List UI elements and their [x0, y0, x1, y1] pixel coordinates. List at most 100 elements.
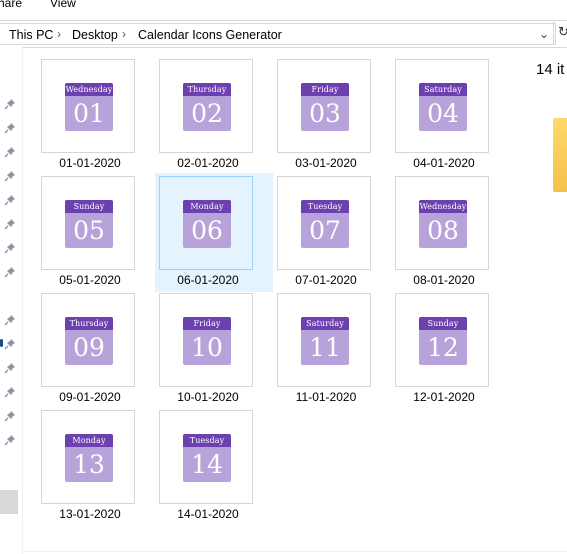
- file-item[interactable]: Saturday 11 11-01-2020: [273, 293, 391, 409]
- pin-icon[interactable]: [4, 97, 16, 110]
- file-thumbnail[interactable]: Thursday 02: [159, 59, 253, 153]
- file-item[interactable]: Friday 10 10-01-2020: [155, 293, 273, 409]
- file-item[interactable]: Sunday 05 05-01-2020: [37, 176, 155, 292]
- nav-indicator: [0, 339, 3, 347]
- pin-icon[interactable]: [4, 313, 16, 326]
- divider: [22, 551, 567, 552]
- file-item[interactable]: Wednesday 08 08-01-2020: [391, 176, 509, 292]
- file-item[interactable]: Thursday 09 09-01-2020: [37, 293, 155, 409]
- nav-selected-item[interactable]: [0, 490, 18, 514]
- calendar-icon: Saturday 11: [301, 317, 349, 365]
- pin-icon[interactable]: [4, 169, 16, 182]
- file-item[interactable]: Monday 13 13-01-2020: [37, 410, 155, 526]
- breadcrumb-desktop[interactable]: Desktop: [72, 28, 118, 42]
- calendar-day-number: 10: [191, 333, 223, 362]
- file-thumbnail[interactable]: Monday 06: [159, 176, 253, 270]
- file-item[interactable]: Thursday 02 02-01-2020: [155, 59, 273, 175]
- pin-icon[interactable]: [4, 361, 16, 374]
- calendar-weekday: Tuesday: [301, 200, 349, 213]
- breadcrumb-current-folder[interactable]: Calendar Icons Generator: [138, 28, 282, 42]
- file-name: 11-01-2020: [295, 390, 357, 404]
- calendar-day-number: 11: [309, 333, 341, 362]
- calendar-day-number: 06: [191, 216, 223, 245]
- file-name: 03-01-2020: [295, 156, 357, 170]
- address-field[interactable]: This PC › Desktop › Calendar Icons Gener…: [0, 23, 556, 45]
- calendar-weekday: Monday: [65, 434, 113, 447]
- file-thumbnail[interactable]: Sunday 12: [395, 293, 489, 387]
- calendar-weekday: Thursday: [65, 317, 113, 330]
- pin-icon[interactable]: [4, 385, 16, 398]
- file-name: 12-01-2020: [413, 390, 475, 404]
- file-name: 07-01-2020: [295, 273, 357, 287]
- item-count: 14 it: [536, 61, 565, 78]
- breadcrumb-chevron-icon[interactable]: ›: [122, 27, 126, 41]
- file-name: 08-01-2020: [413, 273, 475, 287]
- tab-view[interactable]: View: [50, 0, 76, 10]
- file-item[interactable]: Tuesday 07 07-01-2020: [273, 176, 391, 292]
- calendar-icon: Friday 03: [301, 83, 349, 131]
- calendar-day-number: 05: [73, 216, 105, 245]
- file-thumbnail[interactable]: Saturday 04: [395, 59, 489, 153]
- tab-share[interactable]: Share: [0, 0, 22, 10]
- file-name: 13-01-2020: [59, 507, 121, 521]
- file-thumbnail[interactable]: Thursday 09: [41, 293, 135, 387]
- pin-icon[interactable]: [4, 121, 16, 134]
- calendar-icon: Wednesday 01: [65, 83, 113, 131]
- navigation-pane: [0, 47, 23, 554]
- breadcrumb-this-pc[interactable]: This PC: [9, 28, 53, 42]
- calendar-day-number: 14: [191, 450, 223, 479]
- calendar-weekday: Tuesday: [183, 434, 231, 447]
- file-thumbnail[interactable]: Wednesday 01: [41, 59, 135, 153]
- file-name: 10-01-2020: [177, 390, 239, 404]
- pin-icon[interactable]: [4, 217, 16, 230]
- file-thumbnail[interactable]: Friday 03: [277, 59, 371, 153]
- ribbon: Share View: [0, 0, 567, 18]
- file-name: 06-01-2020: [177, 273, 239, 287]
- divider: [553, 21, 554, 45]
- calendar-icon: Tuesday 14: [183, 434, 231, 482]
- file-item[interactable]: Monday 06 06-01-2020: [155, 173, 273, 292]
- file-thumbnail[interactable]: Sunday 05: [41, 176, 135, 270]
- calendar-icon: Sunday 05: [65, 200, 113, 248]
- calendar-weekday: Friday: [301, 83, 349, 96]
- file-name: 09-01-2020: [59, 390, 121, 404]
- calendar-day-number: 02: [191, 99, 223, 128]
- calendar-icon: Saturday 04: [419, 83, 467, 131]
- calendar-day-number: 01: [73, 99, 105, 128]
- pin-icon[interactable]: [4, 241, 16, 254]
- file-thumbnail[interactable]: Friday 10: [159, 293, 253, 387]
- file-item[interactable]: Sunday 12 12-01-2020: [391, 293, 509, 409]
- file-thumbnail[interactable]: Monday 13: [41, 410, 135, 504]
- file-thumbnail[interactable]: Wednesday 08: [395, 176, 489, 270]
- calendar-icon: Thursday 09: [65, 317, 113, 365]
- file-thumbnail[interactable]: Tuesday 07: [277, 176, 371, 270]
- calendar-weekday: Wednesday: [65, 83, 113, 96]
- calendar-day-number: 04: [427, 99, 459, 128]
- pin-icon[interactable]: [4, 265, 16, 278]
- file-name: 04-01-2020: [413, 156, 475, 170]
- pin-icon[interactable]: [4, 337, 16, 350]
- file-item[interactable]: Saturday 04 04-01-2020: [391, 59, 509, 175]
- file-item[interactable]: Friday 03 03-01-2020: [273, 59, 391, 175]
- address-bar[interactable]: This PC › Desktop › Calendar Icons Gener…: [0, 20, 567, 48]
- file-thumbnail[interactable]: Saturday 11: [277, 293, 371, 387]
- pin-icon[interactable]: [4, 145, 16, 158]
- calendar-icon: Monday 13: [65, 434, 113, 482]
- file-item[interactable]: Wednesday 01 01-01-2020: [37, 59, 155, 175]
- chevron-down-icon[interactable]: ⌄: [539, 27, 549, 41]
- pin-icon[interactable]: [4, 409, 16, 422]
- file-item[interactable]: Tuesday 14 14-01-2020: [155, 410, 273, 526]
- calendar-icon: Sunday 12: [419, 317, 467, 365]
- calendar-weekday: Saturday: [419, 83, 467, 96]
- calendar-weekday: Friday: [183, 317, 231, 330]
- pin-icon[interactable]: [4, 193, 16, 206]
- calendar-weekday: Saturday: [301, 317, 349, 330]
- file-name: 01-01-2020: [59, 156, 121, 170]
- refresh-icon[interactable]: ↻: [558, 24, 567, 40]
- pin-icon[interactable]: [4, 433, 16, 446]
- breadcrumb-chevron-icon[interactable]: ›: [57, 27, 61, 41]
- file-name: 05-01-2020: [59, 273, 121, 287]
- file-thumbnail[interactable]: Tuesday 14: [159, 410, 253, 504]
- calendar-icon: Tuesday 07: [301, 200, 349, 248]
- file-name: 02-01-2020: [177, 156, 239, 170]
